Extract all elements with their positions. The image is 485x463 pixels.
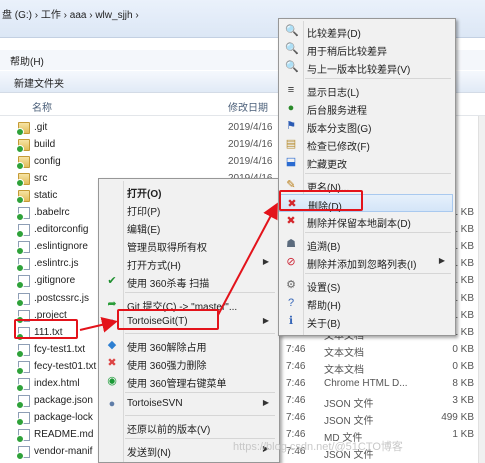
annotation-arrows [79,202,278,333]
watermark: https://blog.csdn.net/@51CTO博客 [233,441,403,453]
